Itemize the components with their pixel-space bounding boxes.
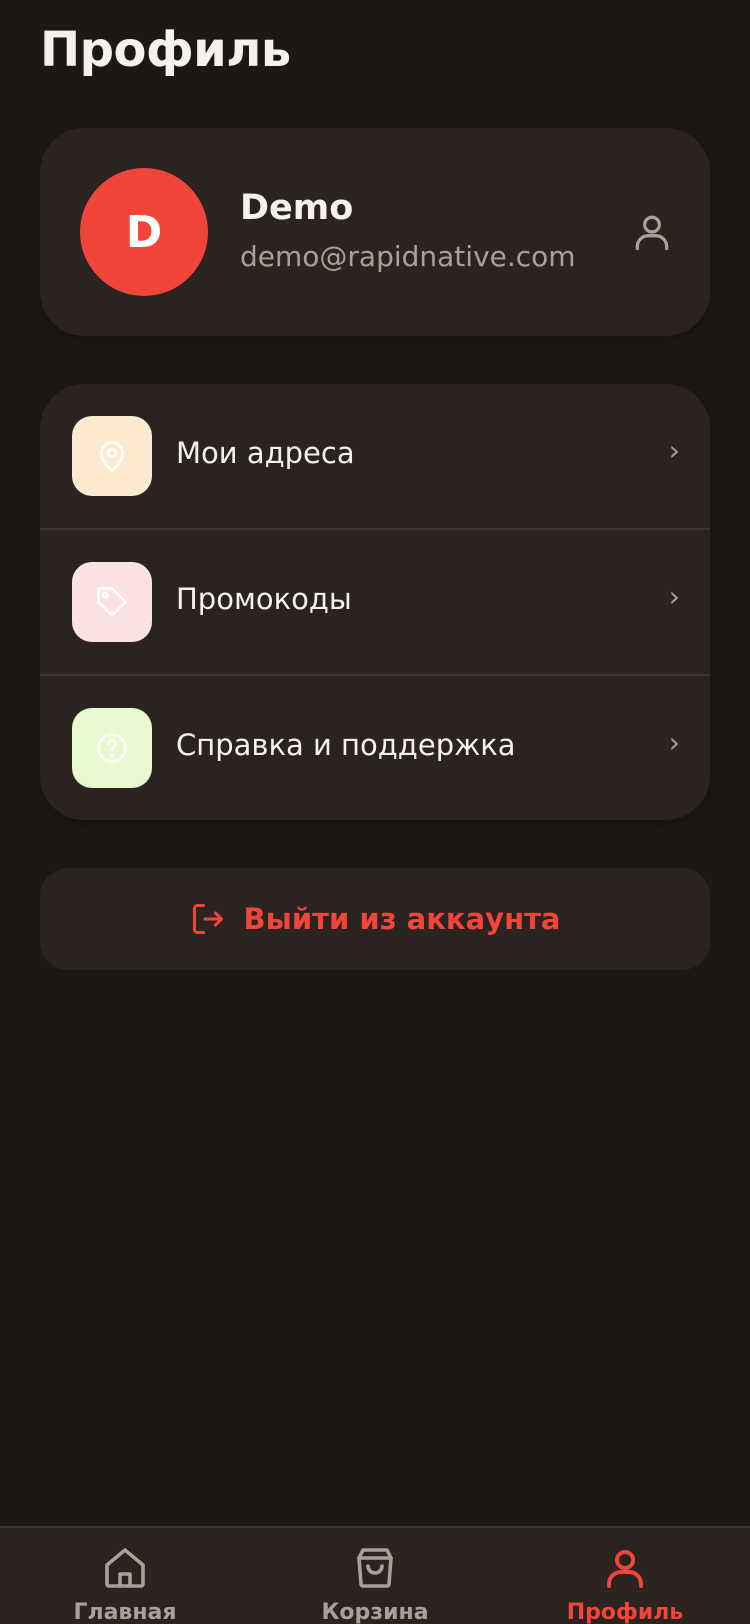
location-pin-icon [100,441,124,473]
tab-label: Профиль [566,1600,684,1624]
profile-card[interactable]: D Demo demo@rapidnative.com [40,128,710,336]
avatar-initial: D [125,206,163,258]
tab-cart[interactable]: Корзина [250,1528,500,1624]
user-email: demo@rapidnative.com [240,240,576,273]
tab-label: Главная [73,1600,177,1624]
user-name: Demo [240,188,354,228]
chevron-right-icon: › [668,726,680,759]
tag-icon [97,587,127,617]
menu-icon-box [72,562,152,642]
logout-icon [192,904,223,934]
bottom-tab-bar: Главная Корзина Профиль [0,1526,750,1624]
profile-screen: Профиль D Demo demo@rapidnative.com Мои … [0,0,750,1624]
page-title: Профиль [40,22,291,78]
user-icon[interactable] [630,210,674,254]
help-icon [97,733,127,763]
logout-button[interactable]: Выйти из аккаунта [40,868,710,970]
chevron-right-icon: › [668,580,680,613]
menu-icon-box [72,708,152,788]
shopping-bag-icon [357,1548,393,1588]
tab-home[interactable]: Главная [0,1528,250,1624]
tab-profile[interactable]: Профиль [500,1528,750,1624]
chevron-right-icon: › [668,434,680,467]
menu-list: Мои адреса › Промокоды › Справка и подде… [40,384,710,820]
tab-label: Корзина [321,1600,429,1624]
menu-item-promocodes[interactable]: Промокоды › [40,530,710,676]
avatar: D [80,168,208,296]
menu-item-label: Справка и поддержка [176,728,516,762]
menu-item-label: Мои адреса [176,436,355,470]
menu-icon-box [72,416,152,496]
menu-item-addresses[interactable]: Мои адреса › [40,384,710,530]
logout-label: Выйти из аккаунта [243,902,561,936]
home-icon [105,1548,145,1588]
menu-item-label: Промокоды [176,582,352,616]
menu-item-help[interactable]: Справка и поддержка › [40,676,710,820]
user-icon [607,1550,643,1588]
